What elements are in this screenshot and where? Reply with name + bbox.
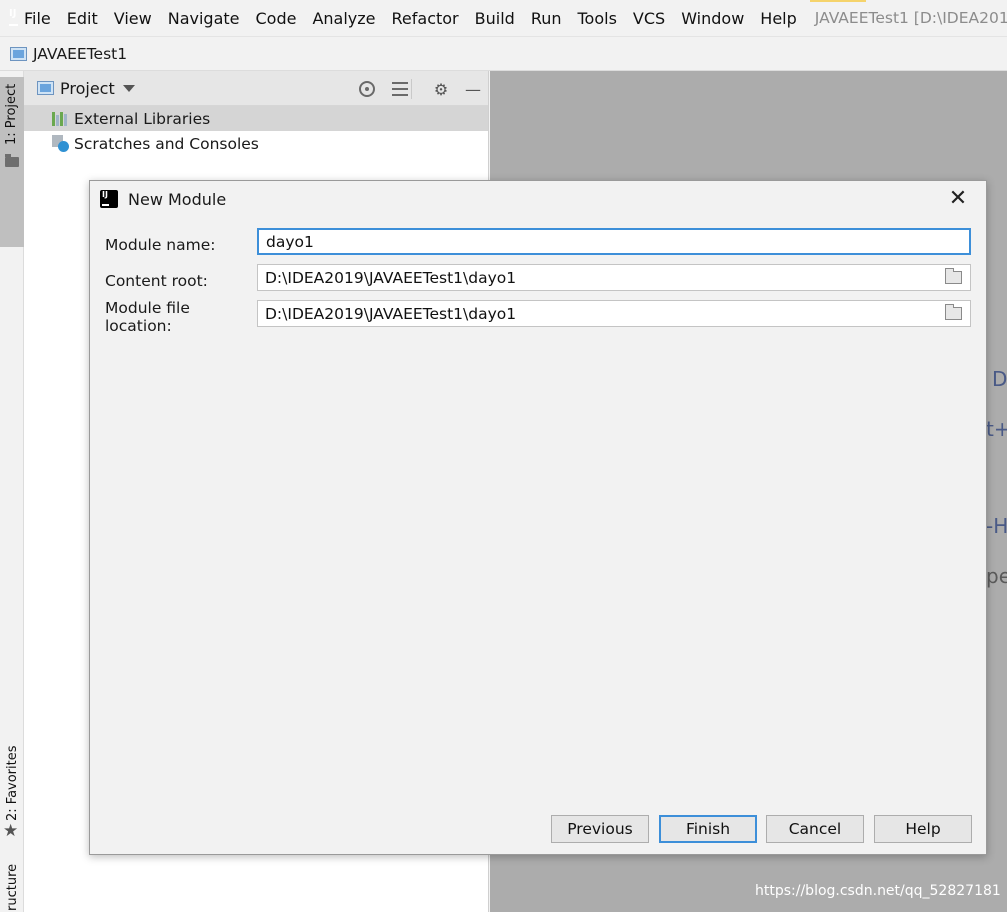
tree-item-external-libraries[interactable]: External Libraries [24,106,488,131]
tree-item-scratches[interactable]: Scratches and Consoles [24,131,488,156]
library-icon [52,111,69,126]
module-file-input[interactable]: D:\IDEA2019\JAVAEETest1\dayo1 [257,300,971,327]
window-title: JAVAEETest1 [D:\IDEA2019\JAV [814,9,1007,27]
tree-item-label: Scratches and Consoles [74,134,259,153]
star-icon: ★ [3,821,19,841]
content-root-input[interactable]: D:\IDEA2019\JAVAEETest1\dayo1 [257,264,971,291]
help-button[interactable]: Help [874,815,972,843]
target-icon [359,81,375,97]
locate-button[interactable] [357,79,377,99]
project-panel-header: Project ⚙ — [24,71,488,106]
project-view-icon [37,81,54,95]
editor-hint-text: pe [986,564,1007,588]
content-root-row: Content root: D:\IDEA2019\JAVAEETest1\da… [105,264,985,294]
module-file-row: Module file location: D:\IDEA2019\JAVAEE… [105,299,985,335]
intellij-logo-icon: IJ [98,188,120,210]
close-icon: ✕ [948,186,968,211]
structure-tab-label[interactable]: ructure [5,864,20,911]
menu-refactor[interactable]: Refactor [384,9,467,28]
cancel-button[interactable]: Cancel [766,815,864,843]
project-view-selector[interactable]: Project [60,79,115,98]
editor-hint-text: -H [986,514,1007,538]
tree-item-label: External Libraries [74,109,211,128]
menu-view[interactable]: View [106,9,160,28]
folder-icon[interactable] [945,304,962,320]
gear-icon: ⚙ [433,79,449,99]
header-divider [411,79,412,99]
navigation-bar: JAVAEETest1 [0,36,1007,71]
menu-indicator [810,0,866,2]
module-name-row: Module name: dayo1 [105,228,985,258]
dialog-titlebar: IJ New Module ✕ [90,181,986,217]
module-file-value: D:\IDEA2019\JAVAEETest1\dayo1 [265,304,517,323]
minimize-icon: — [465,79,481,99]
menu-help[interactable]: Help [752,9,804,28]
menu-build[interactable]: Build [467,9,523,28]
menu-bar: IJ File Edit View Navigate Code Analyze … [0,0,1007,36]
menu-navigate[interactable]: Navigate [160,9,248,28]
watermark: https://blog.csdn.net/qq_52827181 [755,883,1001,899]
menu-code[interactable]: Code [248,9,305,28]
settings-button[interactable]: ⚙ [431,79,451,99]
content-root-value: D:\IDEA2019\JAVAEETest1\dayo1 [265,268,517,287]
project-tool-tab[interactable]: 1: Project [0,77,24,247]
menu-window[interactable]: Window [673,9,752,28]
module-name-input[interactable]: dayo1 [257,228,971,255]
close-button[interactable]: ✕ [948,186,968,211]
project-tab-label: 1: Project [4,83,19,145]
previous-button[interactable]: Previous [551,815,649,843]
scratches-icon [52,135,69,152]
folder-icon[interactable] [945,268,962,284]
project-folder-icon [10,46,27,61]
menu-file[interactable]: File [16,9,59,28]
menu-edit[interactable]: Edit [59,9,106,28]
content-root-label: Content root: [105,271,208,290]
chevron-down-icon[interactable] [122,84,135,92]
left-tool-strip: 1: Project 2: Favorites ★ ructure [0,71,24,912]
folder-icon [5,154,19,167]
new-module-dialog: IJ New Module ✕ Module name: dayo1 Conte… [89,180,987,855]
finish-button[interactable]: Finish [659,815,757,843]
dialog-title: New Module [128,189,227,209]
menu-tools[interactable]: Tools [570,9,625,28]
collapse-icon [392,81,408,97]
module-file-label: Module file location: [105,298,190,335]
menu-run[interactable]: Run [523,9,570,28]
favorites-tab-label: 2: Favorites [5,745,20,821]
breadcrumb-project[interactable]: JAVAEETest1 [33,45,127,63]
collapse-all-button[interactable] [390,79,410,99]
menu-vcs[interactable]: VCS [625,9,673,28]
editor-hint-text: D [992,367,1007,391]
hide-panel-button[interactable]: — [463,79,483,99]
menu-analyze[interactable]: Analyze [304,9,383,28]
module-name-label: Module name: [105,235,216,254]
editor-hint-text: t+ [986,417,1007,441]
